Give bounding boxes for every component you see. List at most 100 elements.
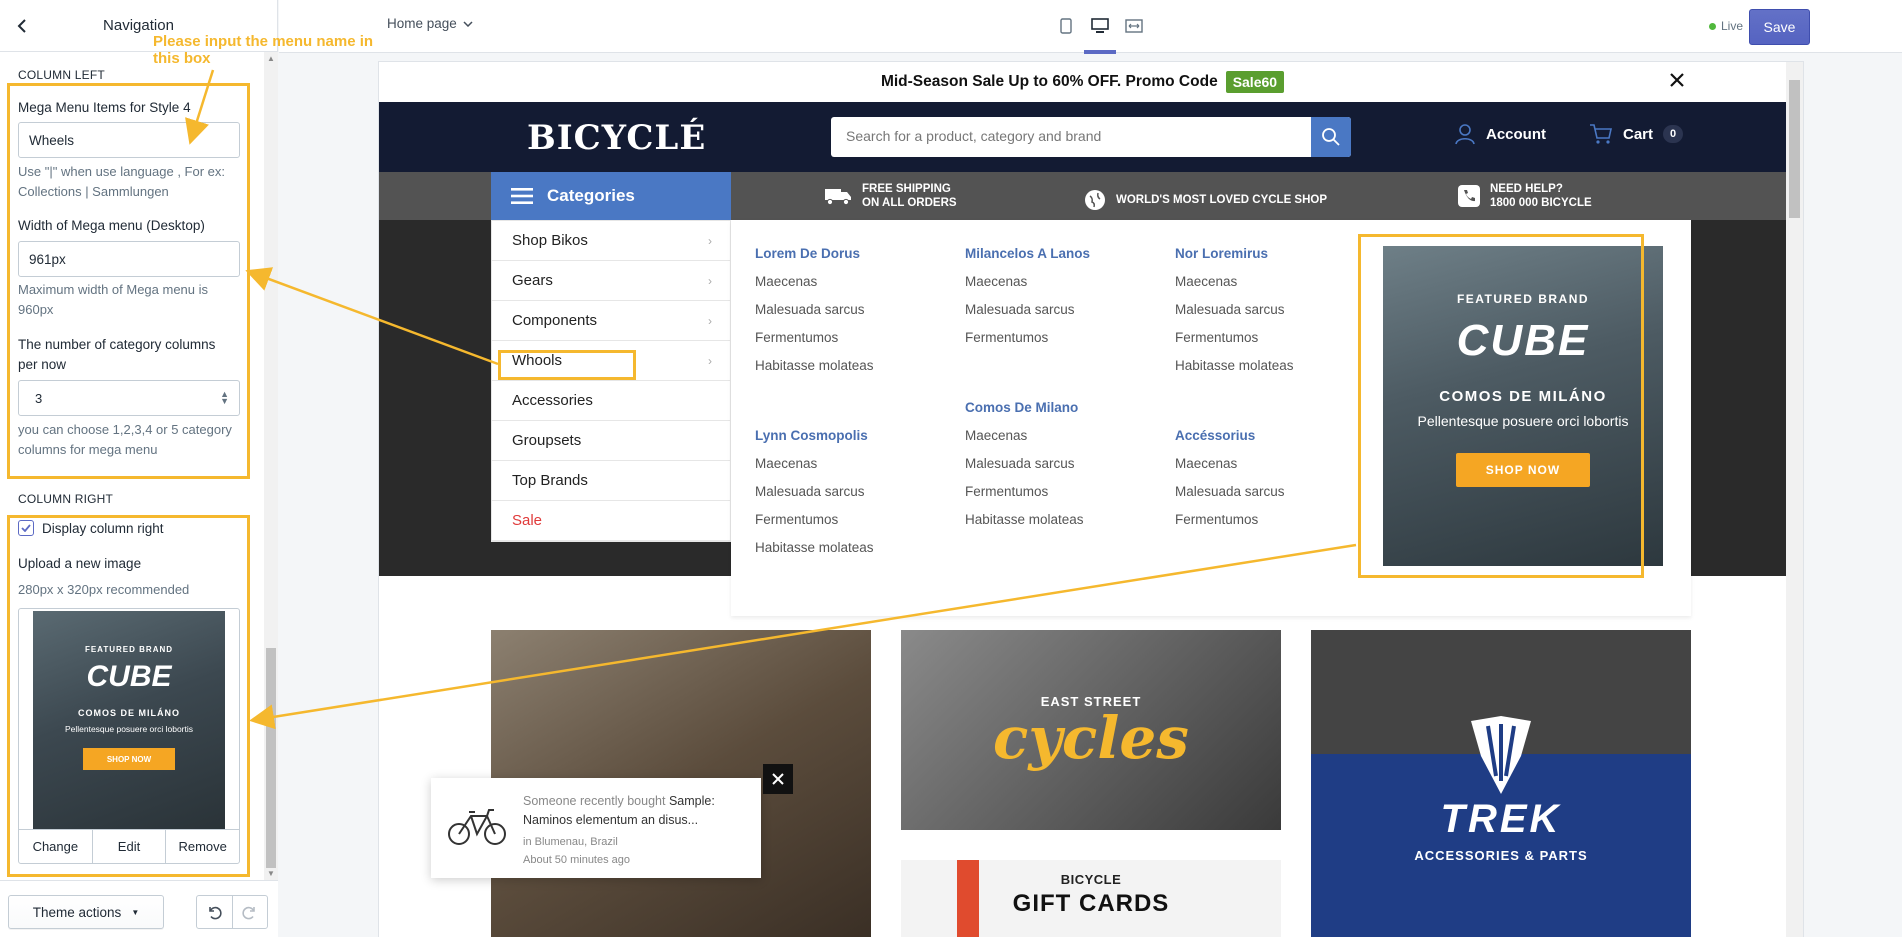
mega-heading[interactable]: Comos De Milano [965, 400, 1084, 428]
mega-column: Accéssorius Maecenas Malesuada sarcus Fe… [1175, 428, 1285, 540]
category-item[interactable]: Shop Bikos › [492, 221, 730, 261]
mega-link[interactable]: Malesuada sarcus [755, 484, 874, 512]
sidebar-scroll-thumb[interactable] [266, 648, 276, 868]
category-item[interactable]: Top Brands [492, 461, 730, 501]
image-picker: FEATURED BRAND CUBE COMOS DE MILÁNO Pell… [18, 608, 240, 864]
mega-link[interactable]: Malesuada sarcus [965, 302, 1090, 330]
category-label: Accessories [512, 392, 593, 409]
mega-link[interactable]: Habitasse molateas [755, 540, 874, 568]
remove-image-button[interactable]: Remove [166, 830, 239, 863]
thumb-tag: FEATURED BRAND [84, 645, 174, 654]
undo-button[interactable] [197, 896, 233, 928]
search-input[interactable]: Search for a product, category and brand [831, 117, 1351, 157]
mega-link[interactable]: Habitasse molateas [1175, 358, 1294, 386]
edit-image-button[interactable]: Edit [93, 830, 167, 863]
category-item-sale[interactable]: Sale [492, 501, 730, 541]
store-logo[interactable]: BICYCLÉ [527, 118, 706, 158]
mega-link[interactable]: Malesuada sarcus [1175, 302, 1294, 330]
mega-link[interactable]: Fermentumos [755, 330, 874, 358]
mega-heading[interactable]: Nor Loremirus [1175, 246, 1294, 274]
info-bar: Categories FREE SHIPPING ON ALL ORDERS WO… [379, 172, 1786, 220]
trek-subtitle: ACCESSORIES & PARTS [1414, 848, 1588, 863]
device-switcher [1054, 14, 1146, 54]
search-placeholder: Search for a product, category and brand [846, 128, 1102, 144]
preview-scrollbar[interactable] [1786, 62, 1803, 937]
mega-width-label: Width of Mega menu (Desktop) [18, 218, 205, 233]
mega-link[interactable]: Habitasse molateas [965, 512, 1084, 540]
checkmark-icon [21, 524, 31, 532]
mega-heading[interactable]: Milancelos A Lanos [965, 246, 1090, 274]
category-item-wheels[interactable]: Whools › [492, 341, 730, 381]
mega-heading[interactable]: Accéssorius [1175, 428, 1285, 456]
mega-link[interactable]: Maecenas [755, 456, 874, 484]
toast-close-icon[interactable] [763, 764, 793, 794]
mega-link[interactable]: Fermentumos [1175, 512, 1285, 540]
mega-link[interactable]: Malesuada sarcus [965, 456, 1084, 484]
back-arrow-icon[interactable] [10, 14, 34, 38]
page-selector[interactable]: Home page [387, 16, 473, 31]
search-button[interactable] [1311, 117, 1351, 157]
featured-brand-banner[interactable]: FEATURED BRAND CUBE COMOS DE MILÁNO Pell… [1383, 246, 1663, 566]
promo-tile-gift-cards[interactable]: BICYCLE GIFT CARDS [901, 860, 1281, 937]
promo-tile-east-street[interactable]: EAST STREET cycles [901, 630, 1281, 830]
category-item[interactable]: Components › [492, 301, 730, 341]
columns-select[interactable]: 3 ▲ ▼ [18, 380, 240, 416]
columns-label: The number of category columns per now [18, 337, 216, 372]
desktop-view-icon[interactable] [1084, 14, 1116, 54]
info-free-shipping: FREE SHIPPING ON ALL ORDERS [824, 182, 957, 210]
preview-scroll-thumb[interactable] [1789, 80, 1800, 218]
display-right-checkbox[interactable] [18, 520, 34, 536]
bicycle-icon [448, 809, 506, 845]
category-item[interactable]: Gears › [492, 261, 730, 301]
categories-button[interactable]: Categories [491, 172, 731, 220]
mega-items-input[interactable]: Wheels [18, 122, 240, 158]
undo-redo-group [196, 895, 268, 929]
mega-column: Milancelos A Lanos Maecenas Malesuada sa… [965, 246, 1090, 358]
mega-link[interactable]: Maecenas [755, 274, 874, 302]
live-status: Live [1709, 19, 1743, 33]
mega-menu: Lorem De Dorus Maecenas Malesuada sarcus… [731, 220, 1691, 616]
category-item[interactable]: Groupsets [492, 421, 730, 461]
mega-width-input[interactable]: 961px [18, 241, 240, 277]
gift-small-label: BICYCLE [1060, 872, 1122, 887]
sidebar-scrollbar[interactable]: ▲ ▼ [264, 52, 278, 880]
mega-heading[interactable]: Lynn Cosmopolis [755, 428, 874, 456]
sidebar-footer: Theme actions ▼ [0, 880, 278, 937]
promo-tile-trek[interactable]: TREK ACCESSORIES & PARTS [1311, 630, 1691, 937]
mega-link[interactable]: Habitasse molateas [755, 358, 874, 386]
search-icon [1322, 128, 1340, 146]
mega-heading[interactable]: Lorem De Dorus [755, 246, 874, 274]
mega-link[interactable]: Fermentumos [965, 484, 1084, 512]
mega-link[interactable]: Malesuada sarcus [1175, 484, 1285, 512]
category-label: Whools [512, 352, 563, 369]
editor-topbar: Home page Live Save [279, 0, 1902, 54]
redo-button[interactable] [233, 896, 268, 928]
mega-link[interactable]: Malesuada sarcus [755, 302, 874, 330]
display-right-checkbox-row[interactable]: Display column right [18, 520, 164, 536]
chevron-down-icon [463, 20, 473, 27]
theme-actions-button[interactable]: Theme actions ▼ [8, 895, 164, 929]
categories-label: Categories [547, 186, 635, 205]
save-button[interactable]: Save [1749, 9, 1810, 45]
featured-shop-button[interactable]: SHOP NOW [1456, 453, 1590, 487]
account-link[interactable]: Account [1454, 123, 1546, 145]
mega-link[interactable]: Maecenas [1175, 456, 1285, 484]
recent-purchase-toast[interactable]: Someone recently bought Sample: Naminos … [431, 778, 761, 878]
mobile-view-icon[interactable] [1054, 14, 1078, 38]
mega-link[interactable]: Fermentumos [965, 330, 1090, 358]
promo-close-icon[interactable] [1669, 72, 1689, 92]
cart-link[interactable]: Cart 0 [1589, 123, 1684, 145]
category-label: Groupsets [512, 432, 582, 449]
mega-link[interactable]: Fermentumos [755, 512, 874, 540]
mega-link[interactable]: Maecenas [1175, 274, 1294, 302]
mega-link[interactable]: Maecenas [965, 274, 1090, 302]
change-image-button[interactable]: Change [19, 830, 93, 863]
category-item[interactable]: Accessories [492, 381, 730, 421]
live-label: Live [1721, 19, 1744, 33]
scroll-down-icon[interactable]: ▼ [267, 869, 275, 878]
mega-link[interactable]: Maecenas [965, 428, 1084, 456]
store-header: BICYCLÉ Search for a product, category a… [379, 102, 1786, 172]
fullscreen-view-icon[interactable] [1122, 14, 1146, 38]
display-right-label: Display column right [42, 520, 164, 536]
mega-link[interactable]: Fermentumos [1175, 330, 1294, 358]
